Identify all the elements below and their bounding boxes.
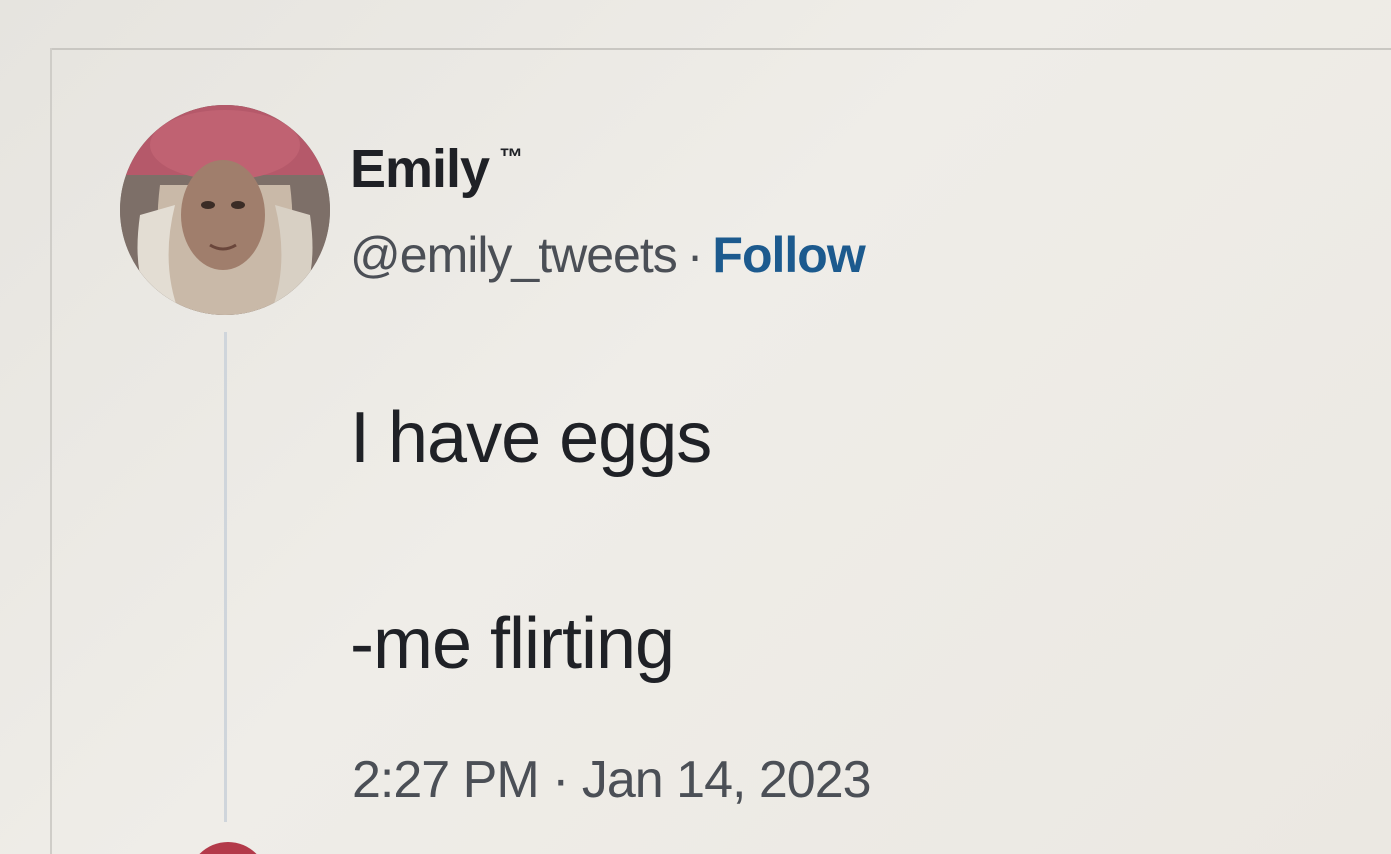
screen: Emily ™ @emily_tweets · Follow I have eg… (0, 0, 1391, 854)
follow-button[interactable]: Follow (712, 230, 865, 280)
handle-row: @emily_tweets · Follow (350, 227, 866, 283)
display-name[interactable]: Emily (350, 142, 490, 196)
avatar[interactable] (120, 105, 330, 315)
thread-line (224, 332, 227, 822)
card-border-left (50, 48, 52, 854)
tweet-header: Emily ™ @emily_tweets · Follow (350, 142, 866, 283)
handle[interactable]: @emily_tweets (350, 230, 678, 280)
avatar-image (120, 105, 330, 315)
tweet: Emily ™ @emily_tweets · Follow I have eg… (120, 100, 1320, 840)
tweet-text-line-2: -me flirting (350, 604, 675, 684)
card-border-top (50, 48, 1391, 50)
next-tweet-avatar[interactable] (188, 842, 268, 854)
tweet-timestamp[interactable]: 2:27 PM · Jan 14, 2023 (352, 754, 872, 806)
separator-dot: · (686, 227, 704, 283)
tweet-text-line-1: I have eggs (350, 398, 712, 478)
trademark-badge: ™ (499, 144, 523, 171)
display-name-row: Emily ™ (350, 142, 865, 196)
